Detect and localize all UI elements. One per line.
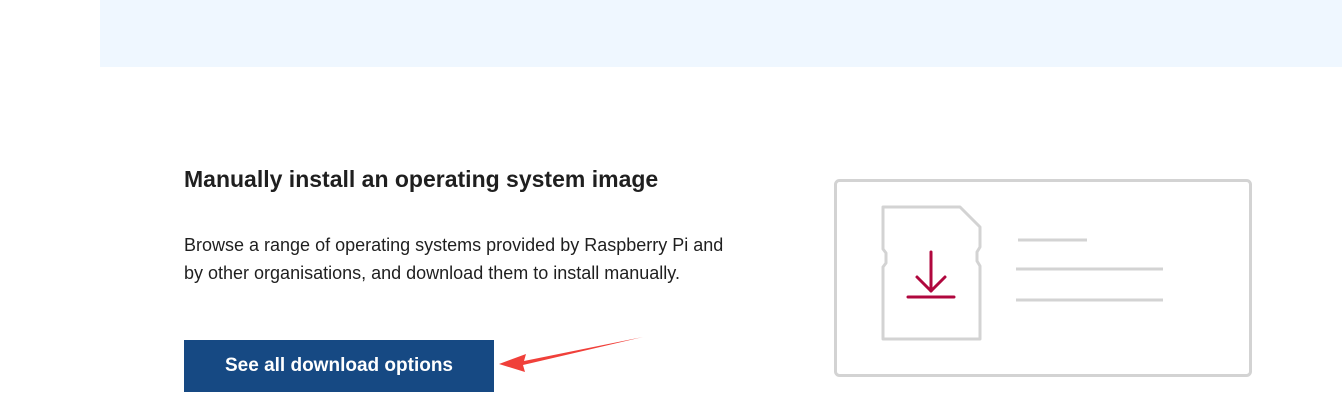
top-banner-band <box>100 0 1342 67</box>
illustration-frame <box>834 179 1252 377</box>
see-all-download-options-button[interactable]: See all download options <box>184 340 494 392</box>
section-title: Manually install an operating system ima… <box>184 166 659 192</box>
annotation-arrow-shape <box>499 337 643 372</box>
section-description: Browse a range of operating systems prov… <box>184 235 724 283</box>
sd-card-download-illustration <box>834 179 1252 377</box>
download-icon <box>906 250 956 299</box>
